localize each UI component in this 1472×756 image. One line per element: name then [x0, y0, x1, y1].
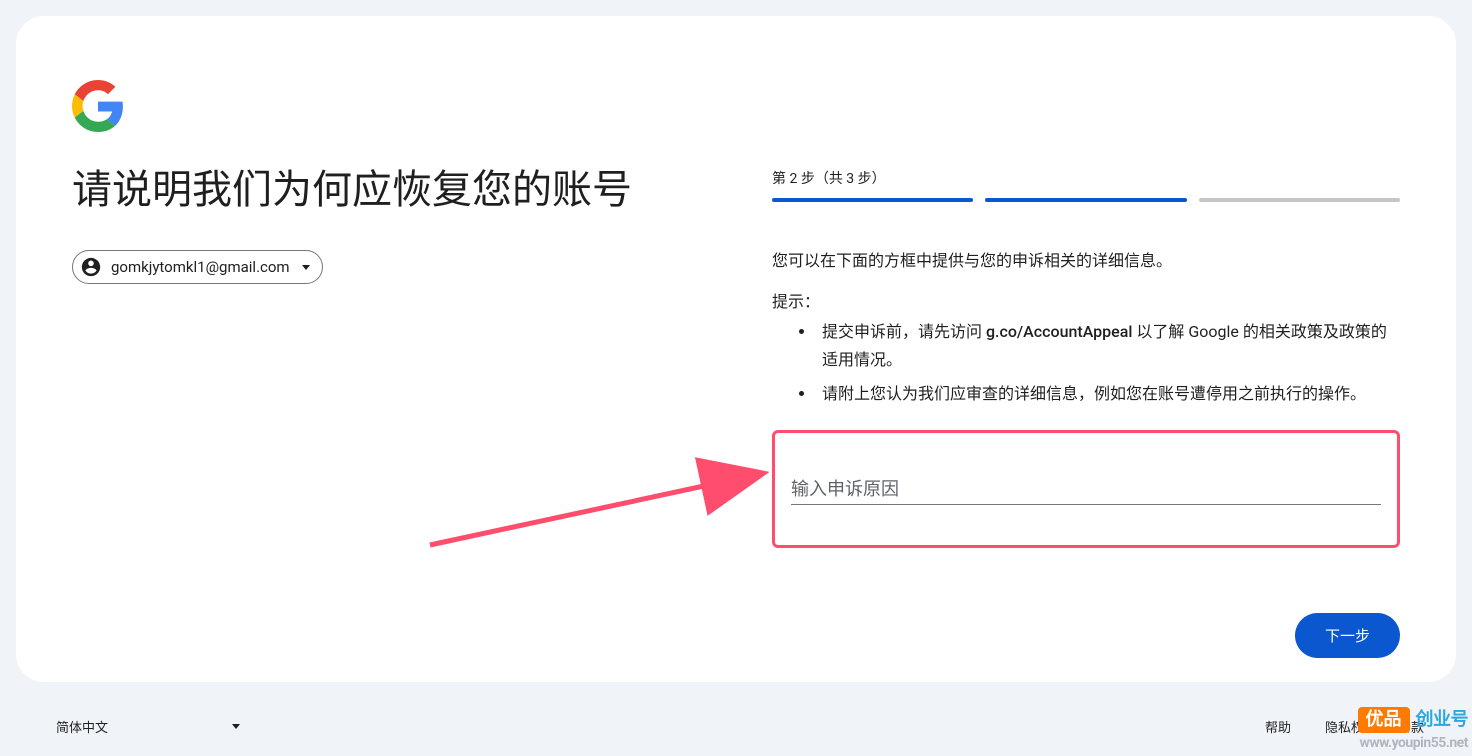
appeal-link-text: g.co/AccountAppeal: [986, 322, 1132, 341]
account-switcher[interactable]: gomkjytomkl1@gmail.com: [72, 250, 323, 284]
next-button[interactable]: 下一步: [1295, 613, 1400, 658]
language-label: 简体中文: [56, 717, 108, 736]
terms-link[interactable]: 条款: [1398, 717, 1424, 736]
language-selector[interactable]: 简体中文: [48, 711, 248, 742]
tip-item-2: 请附上您认为我们应审查的详细信息，例如您在账号遭停用之前执行的操作。: [816, 380, 1400, 408]
progress-bar: [772, 198, 1400, 202]
instructions-intro: 您可以在下面的方框中提供与您的申诉相关的详细信息。: [772, 248, 1400, 274]
chevron-down-icon: [232, 724, 240, 729]
right-column: 第 2 步（共 3 步） 您可以在下面的方框中提供与您的申诉相关的详细信息。 提…: [772, 164, 1400, 548]
google-logo: [72, 80, 1400, 136]
footer-links: 帮助 隐私权 条款: [1265, 717, 1424, 736]
input-highlight-annotation: [772, 430, 1400, 548]
account-email: gomkjytomkl1@gmail.com: [111, 258, 290, 276]
progress-segment-3: [1199, 198, 1400, 202]
progress-segment-2: [985, 198, 1186, 202]
progress-segment-1: [772, 198, 973, 202]
help-link[interactable]: 帮助: [1265, 717, 1291, 736]
tip-item-1: 提交申诉前，请先访问 g.co/AccountAppeal 以了解 Google…: [816, 318, 1400, 374]
privacy-link[interactable]: 隐私权: [1325, 717, 1364, 736]
main-card: 请说明我们为何应恢复您的账号 gomkjytomkl1@gmail.com 第 …: [16, 16, 1456, 682]
page-title: 请说明我们为何应恢复您的账号: [72, 164, 712, 216]
step-label: 第 2 步（共 3 步）: [772, 168, 1400, 188]
appeal-reason-input[interactable]: [791, 473, 1381, 505]
avatar-icon: [79, 255, 103, 279]
tips-label: 提示：: [772, 288, 1400, 312]
chevron-down-icon: [302, 265, 310, 270]
tips-list: 提交申诉前，请先访问 g.co/AccountAppeal 以了解 Google…: [772, 318, 1400, 408]
footer-bar: 简体中文 帮助 隐私权 条款: [48, 711, 1424, 742]
left-column: 请说明我们为何应恢复您的账号 gomkjytomkl1@gmail.com: [72, 164, 712, 548]
